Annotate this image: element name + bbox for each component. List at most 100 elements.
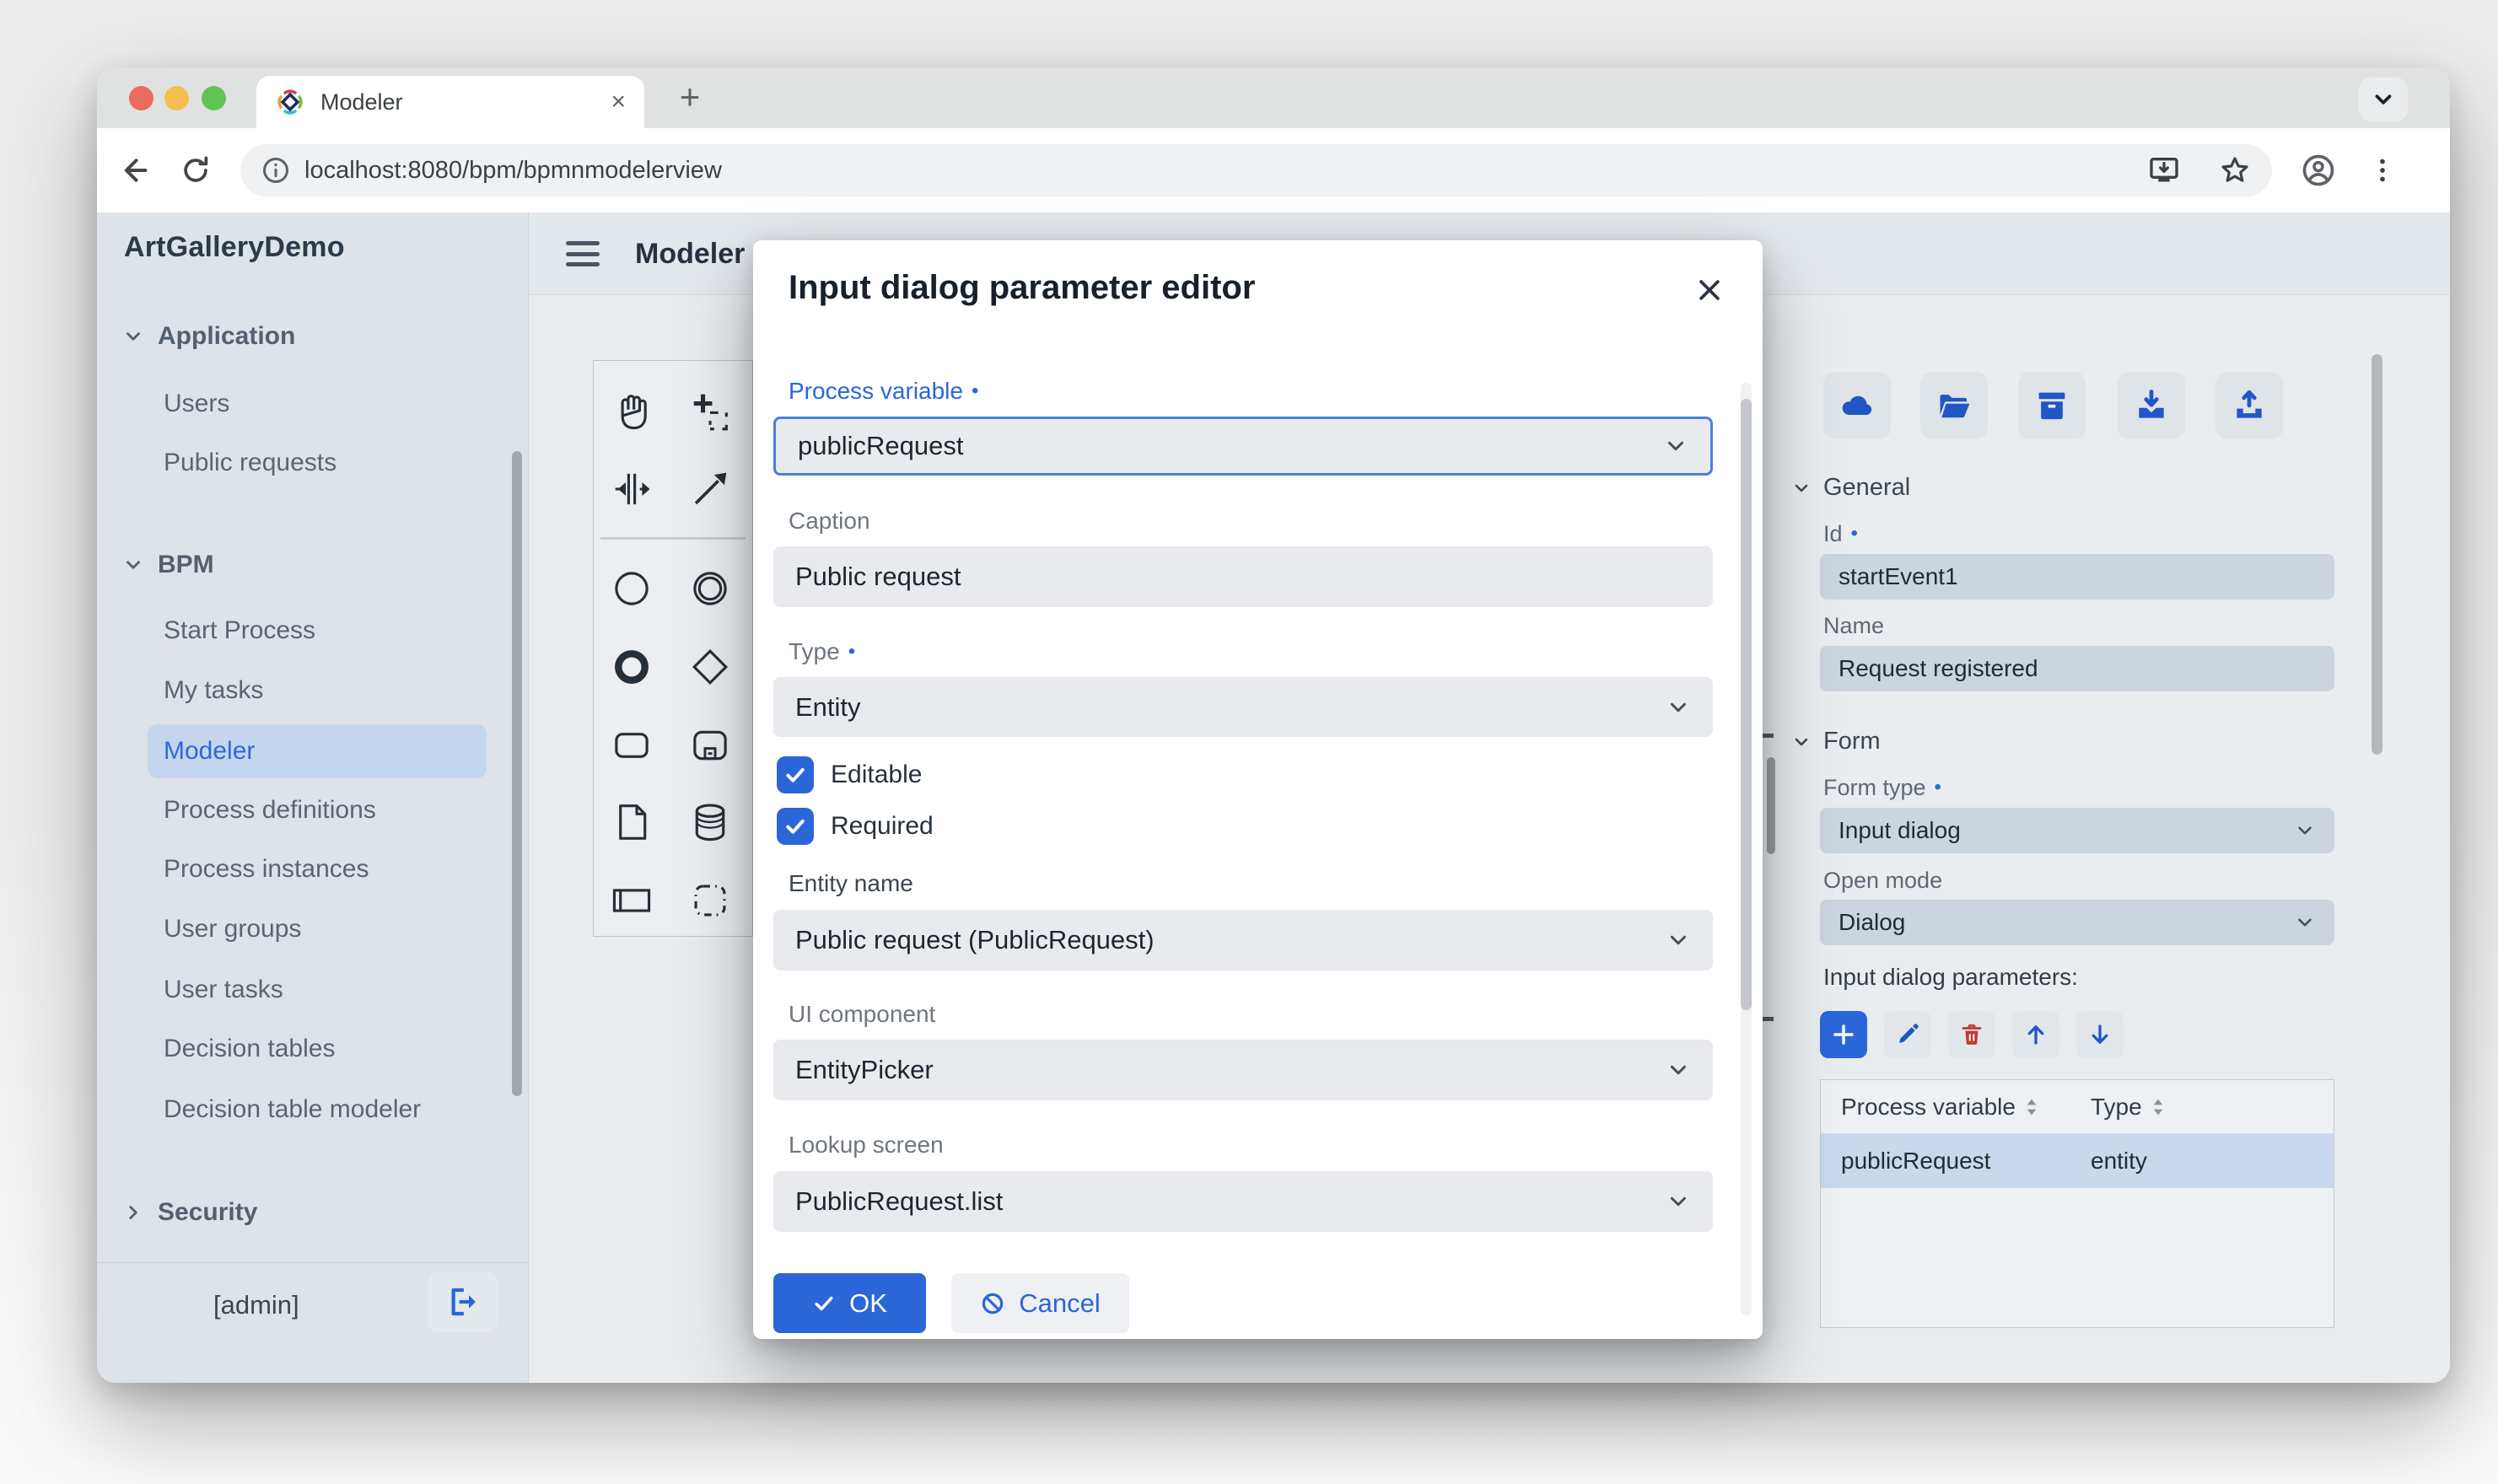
new-tab-button[interactable]: + <box>667 74 713 120</box>
chevron-down-icon <box>1791 478 1812 498</box>
entity-name-select[interactable]: Public request (PublicRequest) <box>773 910 1713 971</box>
general-section-header[interactable]: General <box>1791 474 1910 502</box>
id-field[interactable]: startEvent1 <box>1820 554 2334 600</box>
browser-menu-icon[interactable] <box>2364 152 2401 189</box>
hand-tool-icon[interactable] <box>605 384 659 438</box>
open-button[interactable] <box>1920 372 1988 439</box>
lookup-screen-select[interactable]: PublicRequest.list <box>773 1171 1713 1232</box>
current-user-label: [admin] <box>213 1290 299 1320</box>
start-event-icon[interactable] <box>605 562 659 616</box>
intermediate-event-icon[interactable] <box>683 562 737 616</box>
sidebar-item-users[interactable]: Users <box>164 385 229 422</box>
chevron-down-icon[interactable] <box>121 546 146 583</box>
data-store-icon[interactable] <box>683 795 737 849</box>
lasso-tool-icon[interactable] <box>683 384 737 438</box>
column-header-type[interactable]: Type <box>2091 1094 2166 1121</box>
sort-icon[interactable] <box>2024 1097 2039 1117</box>
url-bar[interactable]: localhost:8080/bpm/bpmnmodelerview <box>240 144 2272 196</box>
site-info-icon[interactable] <box>261 155 291 186</box>
bookmark-star-icon[interactable] <box>2218 153 2252 187</box>
sidebar-item-decision-tables[interactable]: Decision tables <box>164 1030 335 1067</box>
column-header-process-variable[interactable]: Process variable <box>1821 1094 2091 1121</box>
canvas-scrollbar[interactable] <box>1767 757 1775 854</box>
required-checkbox[interactable] <box>777 808 814 845</box>
delete-parameter-button[interactable] <box>1948 1011 1995 1058</box>
editable-label[interactable]: Editable <box>831 756 922 793</box>
sidebar-item-public-requests[interactable]: Public requests <box>164 444 336 481</box>
cancel-button[interactable]: Cancel <box>951 1273 1129 1333</box>
sidebar-item-process-instances[interactable]: Process instances <box>164 851 369 888</box>
gateway-icon[interactable] <box>683 640 737 694</box>
sidebar-item-user-tasks[interactable]: User tasks <box>164 971 283 1008</box>
required-label[interactable]: Required <box>831 808 934 845</box>
check-icon <box>782 813 809 840</box>
parameters-table: Process variable Type publicRequest enti… <box>1820 1079 2334 1328</box>
group-icon[interactable] <box>683 874 737 928</box>
dialog-close-icon[interactable] <box>1690 271 1729 309</box>
chevron-right-icon[interactable] <box>121 1194 146 1231</box>
sidebar-section-security[interactable]: Security <box>158 1194 257 1231</box>
sidebar-item-start-process[interactable]: Start Process <box>164 612 315 649</box>
chevron-down-icon[interactable] <box>121 318 146 355</box>
url-text[interactable]: localhost:8080/bpm/bpmnmodelerview <box>304 157 2147 185</box>
window-close-button[interactable] <box>129 86 153 110</box>
dialog-title: Input dialog parameter editor <box>789 269 1255 307</box>
input-dialog-parameter-editor: Input dialog parameter editor Process va… <box>753 240 1763 1339</box>
end-event-icon[interactable] <box>605 640 659 694</box>
editable-checkbox[interactable] <box>777 756 814 793</box>
export-button[interactable] <box>2215 372 2283 439</box>
ok-button[interactable]: OK <box>773 1273 926 1333</box>
dialog-scrollbar-thumb[interactable] <box>1741 399 1752 1010</box>
sidebar-section-bpm[interactable]: BPM <box>158 546 214 583</box>
jmix-favicon <box>275 87 305 117</box>
window-minimize-button[interactable] <box>164 86 189 110</box>
archive-button[interactable] <box>2018 372 2086 439</box>
back-button[interactable] <box>116 152 153 189</box>
open-mode-select[interactable]: Dialog <box>1820 900 2334 945</box>
sidebar-item-process-definitions[interactable]: Process definitions <box>164 792 376 829</box>
sort-icon[interactable] <box>2151 1097 2166 1117</box>
cell-type: entity <box>2091 1148 2147 1175</box>
deploy-button[interactable] <box>1823 372 1891 439</box>
entity-name-label: Entity name <box>789 870 913 897</box>
window-zoom-button[interactable] <box>202 86 226 110</box>
subprocess-icon[interactable] <box>683 718 737 772</box>
participant-icon[interactable] <box>605 874 659 928</box>
form-section-header[interactable]: Form <box>1791 728 1881 755</box>
browser-tab[interactable]: Modeler × <box>256 76 644 128</box>
page-title: Modeler <box>635 212 745 295</box>
tab-close-icon[interactable]: × <box>611 88 626 116</box>
connect-tool-icon[interactable] <box>683 462 737 516</box>
reload-button[interactable] <box>177 152 214 189</box>
import-button[interactable] <box>2118 372 2185 439</box>
sidebar-item-my-tasks[interactable]: My tasks <box>164 672 263 709</box>
params-label: Input dialog parameters: <box>1823 964 2078 991</box>
sidebar-item-user-groups[interactable]: User groups <box>164 911 301 948</box>
install-app-icon[interactable] <box>2147 153 2181 187</box>
add-parameter-button[interactable] <box>1820 1011 1867 1058</box>
table-row-selected[interactable]: publicRequest entity <box>1821 1134 2334 1188</box>
type-select[interactable]: Entity <box>773 677 1713 737</box>
menu-toggle-icon[interactable] <box>566 238 600 270</box>
data-object-icon[interactable] <box>605 795 659 849</box>
caption-field[interactable]: Public request <box>773 546 1713 607</box>
app-title: ArtGalleryDemo <box>124 231 345 264</box>
name-field[interactable]: Request registered <box>1820 646 2334 691</box>
sidebar-section-application[interactable]: Application <box>158 318 295 355</box>
tab-search-button[interactable] <box>2359 78 2408 121</box>
panel-scrollbar[interactable] <box>2371 354 2382 755</box>
sidebar-scrollbar[interactable] <box>512 451 522 1096</box>
move-down-button[interactable] <box>2076 1011 2124 1058</box>
form-type-select[interactable]: Input dialog <box>1820 808 2334 853</box>
sidebar-item-modeler[interactable]: Modeler <box>164 733 255 770</box>
space-tool-icon[interactable] <box>605 462 659 516</box>
chevron-down-icon <box>1666 1189 1691 1214</box>
sidebar-item-decision-table-modeler[interactable]: Decision table modeler <box>164 1091 421 1128</box>
ui-component-select[interactable]: EntityPicker <box>773 1040 1713 1100</box>
logout-button[interactable] <box>428 1272 498 1332</box>
edit-parameter-button[interactable] <box>1884 1011 1931 1058</box>
move-up-button[interactable] <box>2012 1011 2059 1058</box>
process-variable-select[interactable]: publicRequest <box>773 417 1713 476</box>
profile-icon[interactable] <box>2300 152 2337 189</box>
task-icon[interactable] <box>605 718 659 772</box>
